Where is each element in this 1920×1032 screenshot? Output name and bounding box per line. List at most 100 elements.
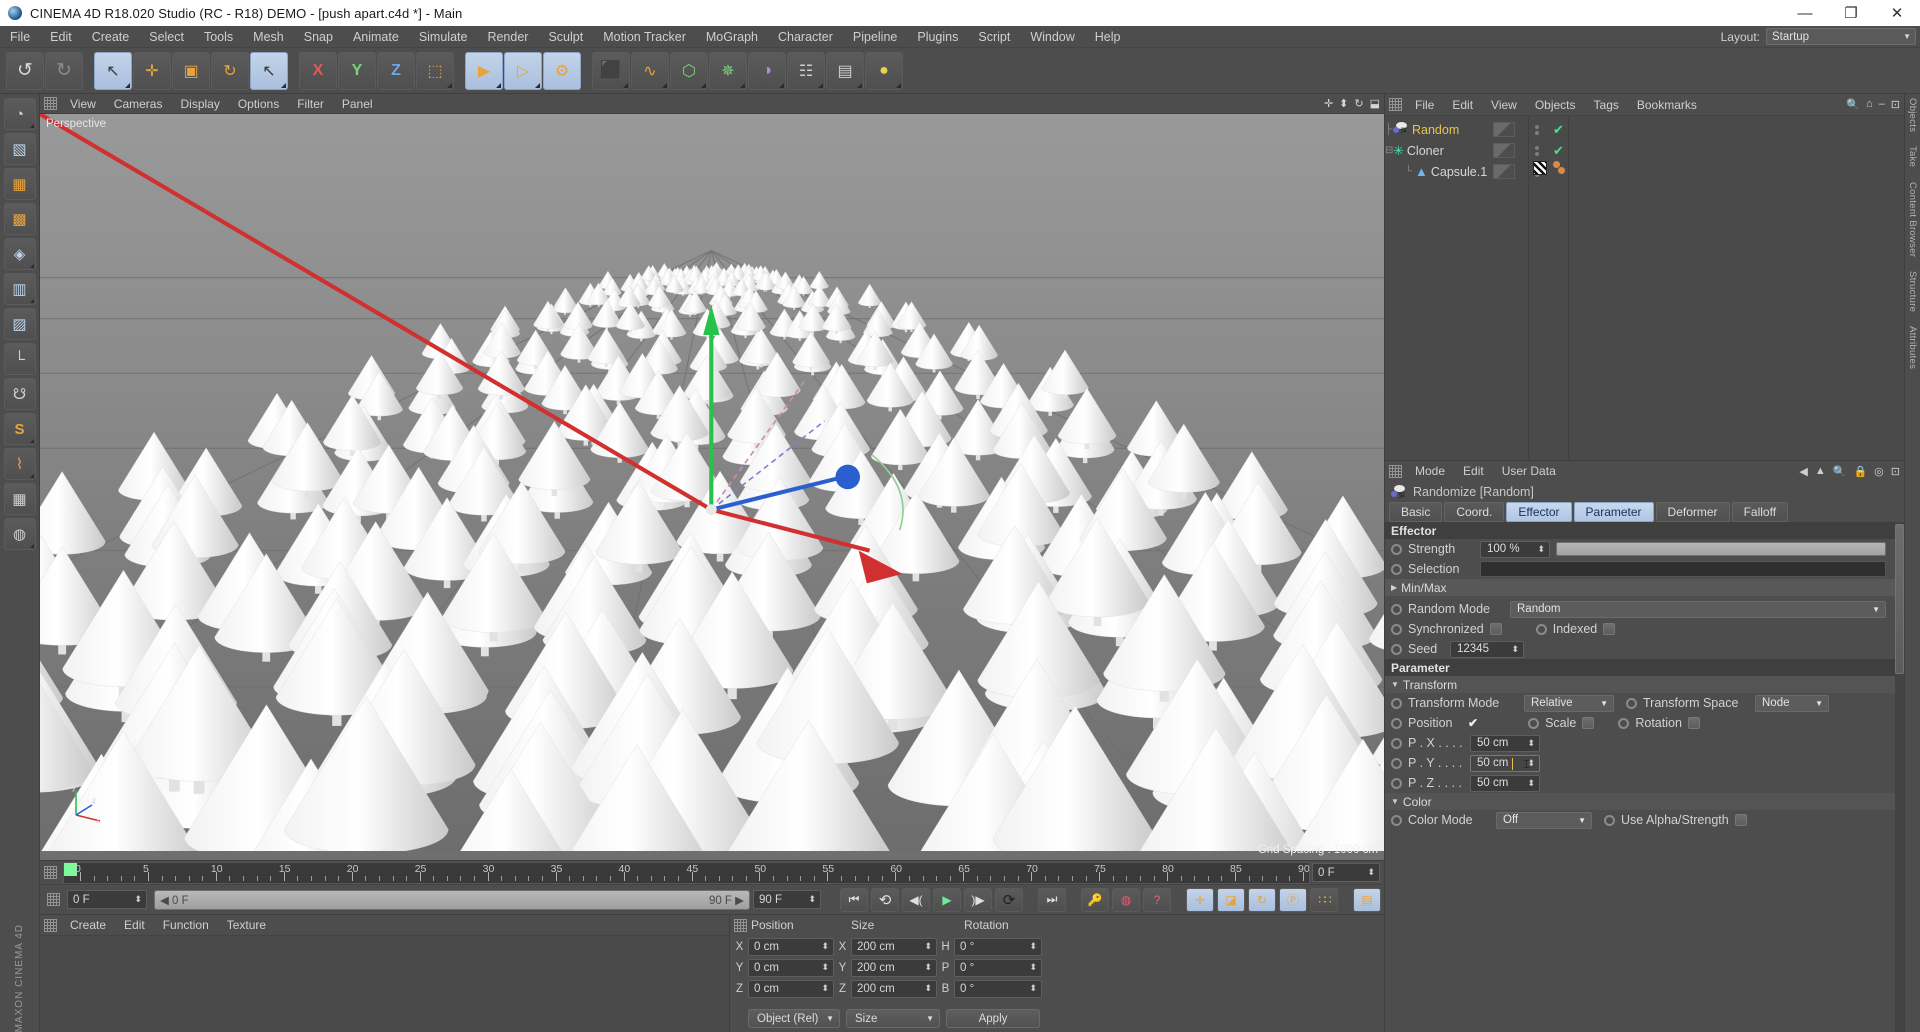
spinner-icon[interactable]: ⬍ <box>924 984 932 993</box>
right-rail-tab-content-browser[interactable]: Content Browser <box>1907 182 1918 257</box>
rail-edges-mode-button[interactable]: ◈ <box>3 238 36 270</box>
menu-item-mode[interactable]: Mode <box>1406 461 1454 481</box>
attribute-tab-basic[interactable]: Basic <box>1389 502 1443 522</box>
coord-position-field[interactable]: 0 cm ⬍ <box>748 937 834 956</box>
rail-polygons-mode-button[interactable]: ▥ <box>3 273 36 305</box>
menu-item-view[interactable]: View <box>1482 95 1526 115</box>
coord-position-field[interactable]: 0 cm ⬍ <box>748 979 834 998</box>
add-generator-button[interactable]: ⬡ <box>670 51 708 90</box>
home-icon[interactable]: ⌂ <box>1866 98 1873 111</box>
coord-rotation-field[interactable]: 0 ° ⬍ <box>954 979 1042 998</box>
minimize-button[interactable]: — <box>1782 0 1828 26</box>
animate-dot-icon[interactable] <box>1391 543 1402 555</box>
object-visibility-toggles[interactable] <box>1535 145 1539 156</box>
timeline-grip-icon[interactable] <box>44 866 57 879</box>
close-button[interactable]: ✕ <box>1874 0 1920 26</box>
spinner-icon[interactable]: ⬍ <box>821 984 829 993</box>
animate-dot-icon[interactable] <box>1391 717 1402 729</box>
seed-field[interactable]: 12345 ⬍ <box>1450 640 1524 658</box>
material-grip-icon[interactable] <box>44 918 57 932</box>
coord-rotation-field[interactable]: 0 ° ⬍ <box>954 937 1042 956</box>
coord-apply-button[interactable]: Apply <box>946 1009 1040 1028</box>
attribute-tab-falloff[interactable]: Falloff <box>1731 502 1789 522</box>
rail-polygon-mode2-button[interactable]: ▨ <box>3 308 36 340</box>
right-rail-tab-take[interactable]: Take <box>1907 146 1918 167</box>
animate-dot-icon[interactable] <box>1391 563 1402 575</box>
menu-item-script[interactable]: Script <box>968 26 1020 48</box>
checker-tag-icon[interactable] <box>1533 161 1547 175</box>
menu-item-sculpt[interactable]: Sculpt <box>538 26 593 48</box>
menu-item-pipeline[interactable]: Pipeline <box>843 26 907 48</box>
maximize-button[interactable]: ❐ <box>1828 0 1874 26</box>
object-visibility-dots[interactable] <box>1493 143 1515 158</box>
spinner-icon[interactable]: ⬍ <box>1029 984 1037 993</box>
menu-item-display[interactable]: Display <box>171 94 228 114</box>
position-x-field[interactable]: 50 cm ⬍ <box>1470 734 1540 752</box>
menu-item-tools[interactable]: Tools <box>194 26 243 48</box>
minmax-group[interactable]: ▶ Min/Max <box>1385 579 1904 596</box>
menu-item-plugins[interactable]: Plugins <box>907 26 968 48</box>
animate-dot-icon[interactable] <box>1618 717 1630 729</box>
animate-dot-icon[interactable] <box>1391 814 1402 826</box>
animate-dot-icon[interactable] <box>1626 697 1637 709</box>
attribute-tab-deformer[interactable]: Deformer <box>1655 502 1730 522</box>
menu-item-file[interactable]: File <box>1406 95 1443 115</box>
undo-button[interactable]: ↺ <box>6 51 44 90</box>
menu-item-edit[interactable]: Edit <box>1443 95 1482 115</box>
preview-range-bar[interactable]: ◀ 0 F 90 F ▶ <box>154 889 750 910</box>
panel-grip-icon[interactable] <box>44 97 57 110</box>
transform-group[interactable]: ▼ Transform <box>1385 676 1904 693</box>
timeline-ruler[interactable]: 0 5 10 15 20 25 30 35 40 45 50 55 60 65 70 75 80 85 90 <box>63 861 1310 884</box>
rail-object-mode-button[interactable]: ▧ <box>3 133 36 165</box>
scale-tool[interactable]: ▣ <box>172 51 210 90</box>
strength-field[interactable]: 100 % ⬍ <box>1480 540 1550 558</box>
search-icon[interactable]: 🔍 <box>1833 465 1847 478</box>
random-mode-select[interactable]: Random ▼ <box>1510 600 1886 618</box>
add-cube-button[interactable]: ⬛ <box>592 51 630 90</box>
target-icon[interactable]: ◎ <box>1874 465 1884 478</box>
color-mode-select[interactable]: Off ▼ <box>1496 811 1592 829</box>
menu-item-motion-tracker[interactable]: Motion Tracker <box>593 26 696 48</box>
dope-sheet-button[interactable]: ▤ <box>1353 887 1381 912</box>
menu-item-mograph[interactable]: MoGraph <box>696 26 768 48</box>
autokeying-button[interactable]: ◍ <box>1112 887 1140 912</box>
transform-space-select[interactable]: Node ▼ <box>1755 694 1829 712</box>
step-back-button[interactable]: ◀( <box>902 887 930 912</box>
menu-item-texture[interactable]: Texture <box>218 915 275 935</box>
object-tree-item[interactable]: └ ▲ Capsule.1 <box>1385 161 1904 182</box>
coord-position-field[interactable]: 0 cm ⬍ <box>748 958 834 977</box>
start-frame-field[interactable]: 0 F ⬍ <box>67 890 147 909</box>
rail-points-mode-button[interactable]: ▩ <box>3 203 36 235</box>
move-tool[interactable]: ✛ <box>133 51 171 90</box>
menu-item-bookmarks[interactable]: Bookmarks <box>1628 95 1706 115</box>
transform-mode-select[interactable]: Relative ▼ <box>1524 694 1614 712</box>
menu-item-view[interactable]: View <box>61 94 105 114</box>
menu-item-select[interactable]: Select <box>139 26 194 48</box>
spinner-icon[interactable]: ⬍ <box>1527 738 1535 748</box>
attribute-scrollbar[interactable] <box>1895 522 1904 1032</box>
spinner-icon[interactable]: ⬍ <box>1367 868 1375 877</box>
spinner-icon[interactable]: ⬍ <box>924 942 932 951</box>
right-rail-tab-attributes[interactable]: Attributes <box>1907 326 1918 369</box>
add-environment-button[interactable]: ☷ <box>787 51 825 90</box>
attribute-manager-grip-icon[interactable] <box>1389 464 1402 478</box>
step-forward-button[interactable]: )▶ <box>964 887 992 912</box>
loop-button[interactable]: ⟳ <box>995 887 1023 912</box>
menu-item-help[interactable]: Help <box>1085 26 1131 48</box>
object-manager-body[interactable]: ├ ⋝ Random ✔ ⊟ ✳ Cloner ✔ └ ▲ Capsule.1 <box>1385 115 1904 460</box>
menu-item-tags[interactable]: Tags <box>1585 95 1628 115</box>
menu-item-function[interactable]: Function <box>154 915 218 935</box>
menu-item-edit[interactable]: Edit <box>1454 461 1493 481</box>
scale-checkbox[interactable] <box>1582 717 1595 729</box>
menu-item-panel[interactable]: Panel <box>333 94 382 114</box>
up-arrow-icon[interactable]: ▲ <box>1815 465 1826 477</box>
menu-item-render[interactable]: Render <box>477 26 538 48</box>
spinner-icon[interactable]: ⬍ <box>1511 644 1519 654</box>
rail-quantize-button[interactable]: ⌇ <box>3 448 36 480</box>
animate-dot-icon[interactable] <box>1391 777 1402 789</box>
right-rail-tab-structure[interactable]: Structure <box>1907 271 1918 312</box>
object-enabled-check-icon[interactable]: ✔ <box>1553 143 1564 159</box>
animate-dot-icon[interactable] <box>1391 697 1402 709</box>
minimize-icon[interactable]: – <box>1879 98 1885 111</box>
rail-model-mode-button[interactable]: ◔ <box>3 98 36 130</box>
